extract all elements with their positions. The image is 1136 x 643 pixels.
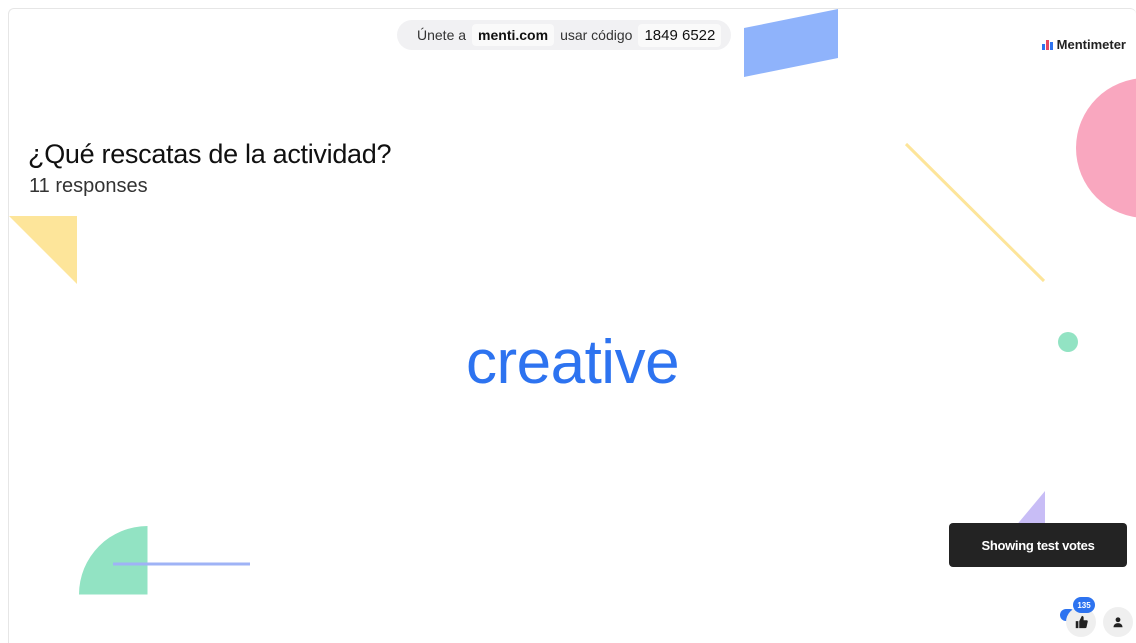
wordcloud-word: creative [465,328,680,397]
test-votes-toast: Showing test votes [949,523,1127,567]
presentation-slide: Únete a menti.com usar código 1849 6522 … [8,8,1136,643]
audience-button[interactable] [1103,607,1133,637]
join-middle-text: usar código [560,27,633,43]
logo-text: Mentimeter [1056,37,1126,52]
reaction-count-badge: 135 [1073,597,1095,613]
response-count: 11 responses [29,175,148,197]
mentimeter-logo: Mentimeter [1041,37,1126,52]
join-instructions-banner: Únete a menti.com usar código 1849 6522 [397,20,732,50]
join-code: 1849 6522 [638,23,722,47]
yellow-line-decoration [904,142,1046,283]
join-site-link[interactable]: menti.com [472,24,555,46]
mentimeter-logo-icon [1041,39,1053,50]
question-title: ¿Qué rescatas de la actividad? [28,139,392,169]
join-prefix: Únete a [417,27,467,43]
thumbs-up-icon [1075,615,1088,629]
user-icon [1113,617,1123,628]
